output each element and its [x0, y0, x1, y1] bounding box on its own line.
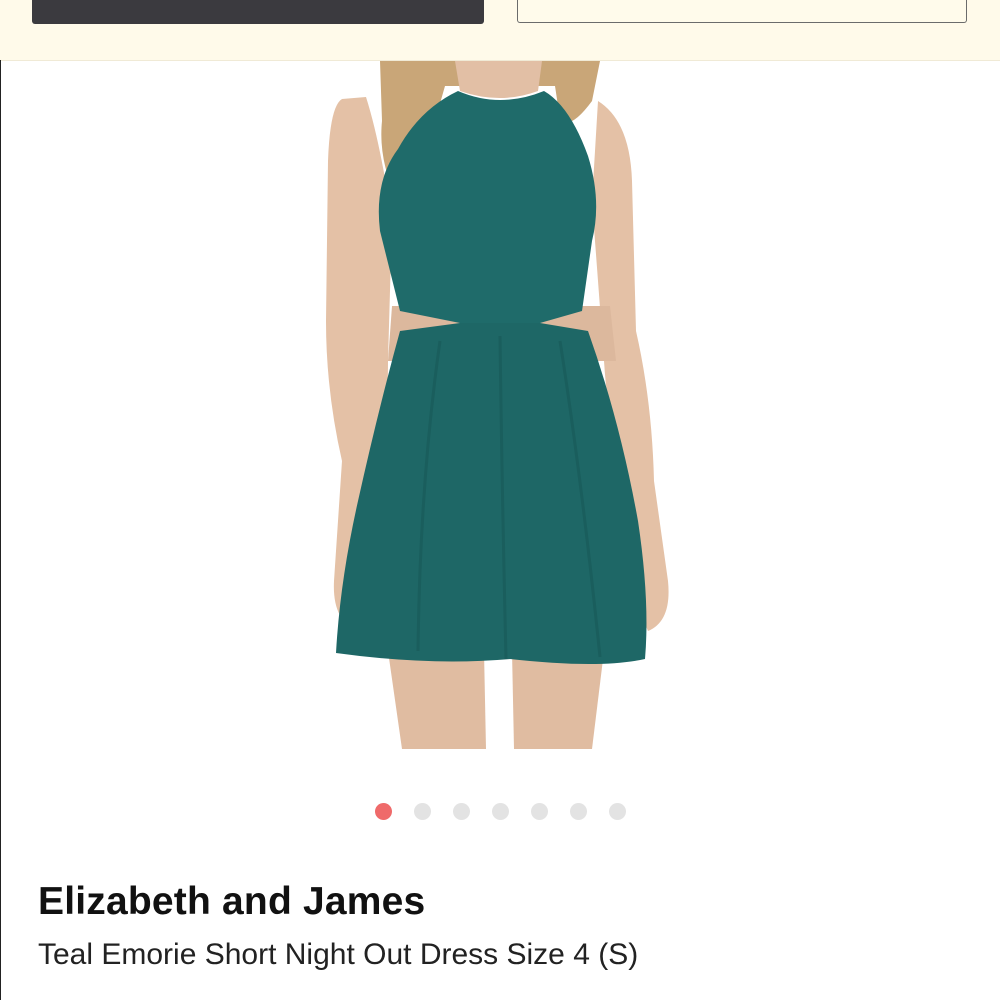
- left-leg-shape: [388, 651, 486, 749]
- product-image-gallery[interactable]: [270, 61, 730, 749]
- right-leg-shape: [512, 651, 604, 749]
- gallery-dot-6[interactable]: [569, 803, 587, 820]
- primary-action-button[interactable]: [32, 0, 484, 24]
- product-image: [326, 61, 669, 749]
- gallery-dot-1[interactable]: [374, 803, 392, 820]
- gallery-dot-4[interactable]: [491, 803, 509, 820]
- gallery-dot-2[interactable]: [413, 803, 431, 820]
- gallery-dot-7[interactable]: [608, 803, 626, 820]
- gallery-pagination: [0, 803, 1000, 821]
- top-action-bar: [0, 0, 1000, 61]
- left-border: [0, 60, 1, 1000]
- gallery-dot-5[interactable]: [530, 803, 548, 820]
- product-title: Teal Emorie Short Night Out Dress Size 4…: [38, 938, 639, 971]
- gallery-dot-3[interactable]: [452, 803, 470, 820]
- secondary-action-button[interactable]: [517, 0, 967, 23]
- neck-shape: [455, 61, 542, 98]
- product-brand[interactable]: Elizabeth and James: [38, 880, 425, 924]
